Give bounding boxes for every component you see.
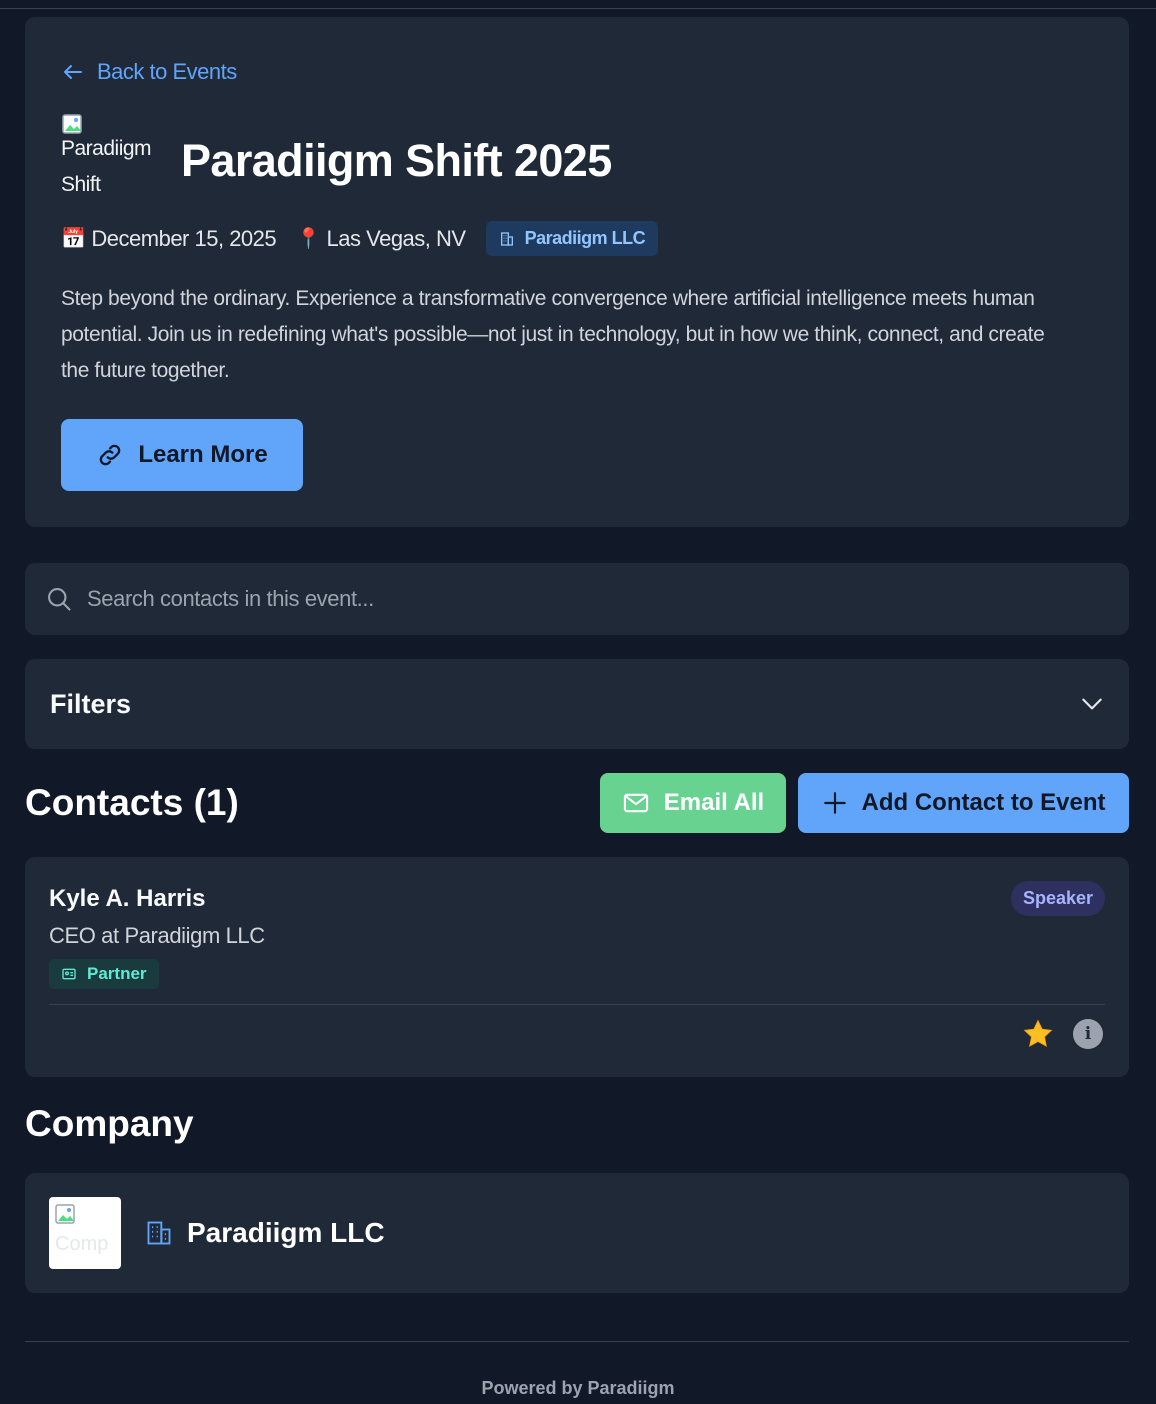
company-logo-alt: Comp [55, 1233, 109, 1255]
building-icon [500, 231, 513, 246]
company-title: Company [25, 1103, 194, 1144]
add-contact-button[interactable]: Add Contact to Event [798, 773, 1129, 833]
company-name-link[interactable]: Paradiigm LLC [145, 1217, 385, 1249]
company-card[interactable]: Comp Paradiigm LLC [25, 1173, 1129, 1293]
company-section-header: Company [25, 1103, 1129, 1149]
add-contact-label: Add Contact to Event [861, 789, 1106, 816]
event-date-text: December 15, 2025 [91, 225, 277, 251]
email-all-button[interactable]: Email All [600, 773, 786, 833]
footer-divider [25, 1341, 1129, 1342]
contact-name: Kyle A. Harris [49, 885, 206, 912]
event-logo: Paradiigm Shift [61, 113, 161, 209]
mail-icon [623, 793, 648, 813]
event-location: 📍 Las Vegas, NV [296, 225, 467, 252]
contacts-actions: Email All Add Contact to Event [600, 773, 1129, 833]
event-date: 📅 December 15, 2025 [61, 225, 277, 252]
company-logo: Comp [49, 1197, 121, 1269]
company-name: Paradiigm LLC [187, 1217, 385, 1248]
star-icon[interactable] [1021, 1017, 1055, 1051]
powered-by-footer: Powered by Paradiigm [481, 1378, 675, 1398]
chevron-down-icon [1082, 698, 1102, 710]
email-all-label: Email All [663, 789, 765, 816]
filters-toggle[interactable]: Filters [25, 659, 1129, 749]
filters-label: Filters [50, 688, 132, 719]
link-icon [100, 444, 121, 466]
contact-role: CEO at Paradiigm LLC [49, 923, 265, 948]
arrow-left-icon [64, 65, 82, 79]
search-icon [48, 588, 71, 611]
learn-more-button[interactable]: Learn More [61, 419, 303, 491]
building-icon [147, 1221, 171, 1245]
event-title: Paradiigm Shift 2025 [181, 135, 612, 186]
broken-image-icon [55, 1204, 75, 1224]
id-card-icon [62, 968, 76, 980]
back-to-events-link[interactable]: Back to Events [61, 59, 237, 85]
event-hero-card: Back to Events Paradiigm Shift Paradiigm… [25, 17, 1129, 527]
contact-card-divider [49, 1004, 1105, 1005]
speaker-badge: Speaker [1010, 881, 1105, 916]
pin-icon: 📍 [296, 228, 321, 250]
event-description: Step beyond the ordinary. Experience a t… [61, 287, 1045, 382]
back-to-events-label: Back to Events [97, 59, 237, 84]
contact-card[interactable]: Kyle A. Harris CEO at Paradiigm LLC Part… [25, 857, 1129, 1077]
calendar-icon: 📅 [61, 228, 86, 250]
event-location-text: Las Vegas, NV [326, 225, 467, 251]
organizer-badge[interactable]: Paradiigm LLC [485, 221, 659, 256]
partner-tag-label: Partner [87, 964, 147, 983]
organizer-name: Paradiigm LLC [524, 228, 646, 248]
search-input[interactable] [87, 586, 987, 612]
info-icon[interactable]: i [1073, 1019, 1103, 1049]
partner-tag: Partner [49, 959, 159, 989]
top-divider [0, 8, 1156, 9]
event-logo-alt-line1: Paradiigm [61, 137, 152, 160]
plus-icon [823, 792, 846, 814]
contacts-header: Contacts (1) Email All Add Contact to Ev… [25, 773, 1129, 833]
contact-search-bar [25, 563, 1129, 635]
event-meta: 📅 December 15, 2025 📍 Las Vegas, NV Para… [61, 221, 659, 256]
event-logo-alt-line2: Shift [61, 173, 101, 196]
contacts-title: Contacts (1) [25, 782, 239, 823]
learn-more-label: Learn More [138, 441, 268, 468]
